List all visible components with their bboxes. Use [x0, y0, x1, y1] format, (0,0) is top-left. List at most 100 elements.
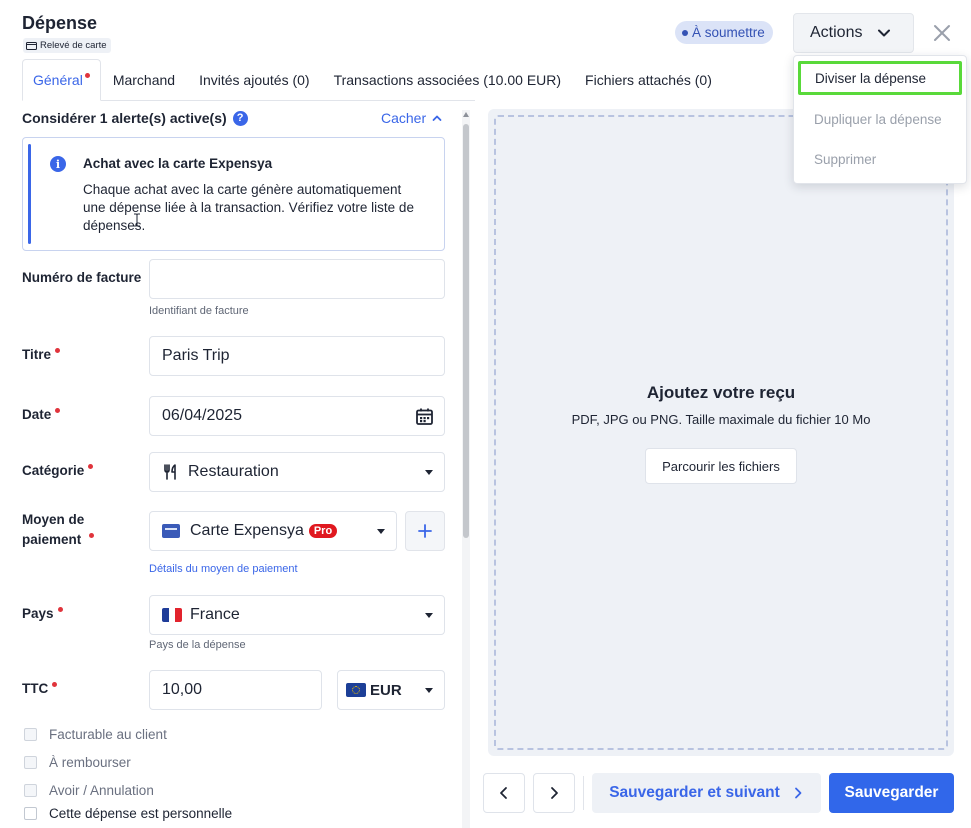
- title-field[interactable]: Paris Trip: [149, 336, 445, 376]
- plus-icon: [418, 524, 432, 538]
- payment-method-select[interactable]: Carte Expensya Pro: [149, 511, 397, 551]
- tab-general-label: Général: [33, 72, 83, 88]
- page-title: Dépense: [22, 13, 98, 33]
- payment-method-value: Carte Expensya: [190, 522, 304, 539]
- country-hint: Pays de la dépense: [149, 639, 246, 651]
- tab-attachments[interactable]: Fichiers attachés (0): [573, 59, 724, 101]
- category-label: Catégorie: [22, 461, 93, 481]
- refundable-checkbox-row[interactable]: À rembourser: [24, 755, 131, 770]
- tab-transactions-label: Transactions associées (10.00 EUR): [333, 72, 562, 88]
- credit-card-icon: [26, 41, 37, 50]
- alert-info-box: i Achat avec la carte Expensya Chaque ac…: [22, 137, 445, 251]
- tab-merchant-label: Marchand: [112, 72, 176, 88]
- hide-alerts-label: Cacher: [381, 110, 427, 126]
- required-dot-icon: [84, 72, 90, 78]
- credit-note-checkbox-row[interactable]: Avoir / Annulation: [24, 783, 154, 798]
- next-button[interactable]: [533, 773, 575, 813]
- actions-button-label: Actions: [810, 24, 863, 41]
- credit-note-checkbox[interactable]: [24, 784, 37, 797]
- refundable-label: À rembourser: [49, 755, 131, 770]
- help-icon[interactable]: ?: [232, 110, 248, 126]
- chevron-right-icon: [794, 787, 802, 799]
- category-value: Restauration: [188, 463, 279, 480]
- alerts-heading: Considérer 1 alerte(s) active(s) ?: [22, 110, 248, 126]
- fork-knife-icon: [164, 464, 176, 480]
- info-icon: i: [50, 156, 66, 172]
- source-badge-label: Relevé de carte: [40, 40, 107, 51]
- country-value: France: [190, 606, 240, 623]
- save-and-next-label: Sauvegarder et suivant: [609, 784, 780, 801]
- text-cursor-icon: [134, 213, 140, 227]
- date-value: 06/04/2025: [162, 407, 243, 424]
- calendar-icon[interactable]: [415, 407, 434, 426]
- alerts-heading-label: Considérer 1 alerte(s) active(s): [22, 110, 227, 126]
- invoice-number-label: Numéro de facture: [22, 270, 142, 285]
- tab-general[interactable]: Général: [22, 59, 101, 101]
- amount-label: TTC: [22, 679, 57, 699]
- alert-accent-bar: [28, 144, 31, 244]
- hide-alerts-link[interactable]: Cacher: [381, 110, 442, 126]
- payment-method-label-line1: Moyen de: [22, 512, 85, 527]
- personal-checkbox-row[interactable]: Cette dépense est personnelle: [24, 806, 232, 821]
- currency-value: EUR: [370, 681, 402, 699]
- billable-checkbox-row[interactable]: Facturable au client: [24, 727, 167, 742]
- country-select[interactable]: France: [149, 595, 445, 635]
- alert-title: Achat avec la carte Expensya: [83, 156, 273, 171]
- credit-note-label: Avoir / Annulation: [49, 783, 154, 798]
- actions-button[interactable]: Actions: [793, 13, 914, 53]
- tab-merchant[interactable]: Marchand: [101, 59, 187, 101]
- eu-flag-icon: [346, 683, 366, 697]
- close-icon[interactable]: [930, 21, 954, 45]
- title-value: Paris Trip: [162, 347, 230, 364]
- refundable-checkbox[interactable]: [24, 756, 37, 769]
- title-label: Titre: [22, 345, 60, 365]
- invoice-number-hint: Identifiant de facture: [149, 305, 249, 317]
- footer-divider: [583, 776, 584, 810]
- form-scrollbar-thumb[interactable]: [463, 124, 469, 538]
- source-badge: Relevé de carte: [23, 38, 111, 53]
- save-and-next-button[interactable]: Sauvegarder et suivant: [592, 773, 821, 813]
- caret-down-icon: [425, 613, 433, 618]
- upload-subtitle: PDF, JPG ou PNG. Taille maximale du fich…: [571, 412, 871, 427]
- category-select[interactable]: Restauration: [149, 452, 445, 492]
- save-button[interactable]: Sauvegarder: [829, 773, 954, 813]
- tab-transactions[interactable]: Transactions associées (10.00 EUR): [322, 59, 573, 101]
- pro-badge: Pro: [308, 524, 338, 538]
- chevron-up-icon: [432, 115, 442, 121]
- payment-method-label-line2: paiement: [22, 532, 82, 547]
- currency-select[interactable]: EUR: [337, 670, 445, 710]
- amount-value: 10,00: [162, 681, 203, 698]
- france-flag-icon: [162, 608, 182, 622]
- billable-checkbox[interactable]: [24, 728, 37, 741]
- payment-details-link[interactable]: Détails du moyen de paiement: [149, 563, 298, 575]
- chevron-right-icon: [551, 787, 558, 799]
- amount-field[interactable]: 10,00: [149, 670, 322, 710]
- menu-item-duplicate-expense[interactable]: Dupliquer la dépense: [798, 102, 962, 136]
- status-badge-label: À soumettre: [692, 25, 765, 40]
- personal-label: Cette dépense est personnelle: [49, 806, 233, 821]
- status-badge: À soumettre: [675, 21, 773, 44]
- caret-down-icon: [425, 470, 433, 475]
- status-dot-icon: [682, 29, 688, 36]
- caret-down-icon: [425, 688, 433, 693]
- billable-label: Facturable au client: [49, 727, 167, 742]
- payment-card-icon: [162, 524, 180, 538]
- menu-item-delete[interactable]: Supprimer: [798, 142, 962, 176]
- chevron-down-icon: [878, 29, 890, 37]
- previous-button[interactable]: [483, 773, 525, 813]
- scroll-up-arrow-icon[interactable]: [462, 110, 470, 120]
- receipt-dropzone[interactable]: [494, 115, 948, 750]
- date-label: Date: [22, 405, 60, 425]
- payment-method-label: Moyen de paiement: [22, 510, 142, 550]
- upload-title: Ajoutez votre reçu: [646, 383, 796, 402]
- chevron-left-icon: [500, 787, 507, 799]
- date-field[interactable]: 06/04/2025: [149, 396, 445, 436]
- tab-guests[interactable]: Invités ajoutés (0): [187, 59, 322, 101]
- personal-checkbox[interactable]: [24, 807, 37, 820]
- add-payment-method-button[interactable]: [405, 511, 445, 551]
- browse-files-button[interactable]: Parcourir les fichiers: [645, 448, 797, 484]
- country-label: Pays: [22, 604, 63, 624]
- invoice-number-field[interactable]: [149, 259, 445, 299]
- actions-menu: Diviser la dépense Dupliquer la dépense …: [793, 55, 967, 184]
- menu-item-split-expense[interactable]: Diviser la dépense: [798, 61, 962, 95]
